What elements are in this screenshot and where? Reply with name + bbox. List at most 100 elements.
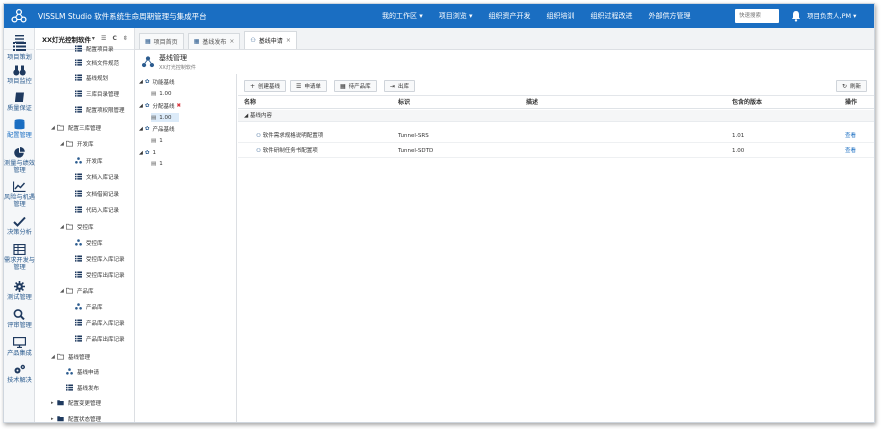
tree-node[interactable]: ◢ 产品库 — [60, 286, 94, 295]
expand-toggle-icon[interactable]: ◢ — [139, 126, 143, 132]
sidenav-item[interactable]: 评审管理 — [4, 309, 35, 329]
nav-org-training[interactable]: 组织培训 — [547, 11, 575, 21]
export-button[interactable]: ⇥ 出库 — [384, 80, 416, 92]
close-icon[interactable]: × — [286, 37, 291, 44]
sidenav-item[interactable]: 配置管理 — [4, 119, 35, 139]
tree-node[interactable]: 基线规划 — [69, 73, 108, 82]
sidenav-item[interactable]: 项目监控 — [4, 65, 35, 85]
tree-node[interactable]: 受控库 — [69, 238, 103, 247]
tree-node[interactable]: 基线申请 — [60, 367, 99, 376]
tree-node-label: 配置状态管理 — [68, 416, 102, 423]
tree-node[interactable]: 产品库入库记录 — [69, 318, 125, 327]
sidenav-item[interactable]: 风险与机遇管理 — [4, 181, 35, 208]
list-icon — [75, 74, 82, 81]
col-name[interactable]: 名称 — [244, 97, 256, 109]
apply-button[interactable]: ☰ 申请单 — [290, 80, 327, 92]
expand-toggle-icon[interactable]: ◢ — [139, 79, 143, 85]
tree-node[interactable]: 配置项目录 — [69, 44, 114, 53]
sidenav-item[interactable]: 产品集成 — [4, 336, 35, 357]
tree-node-label: 三库目录管理 — [86, 91, 120, 98]
page-subtitle: XX灯光控制软件 — [159, 65, 196, 71]
sidenav-item[interactable]: 测试管理 — [4, 281, 35, 301]
bell-icon[interactable] — [791, 10, 801, 22]
product-lib-button[interactable]: ▦ 待产品库 — [334, 80, 377, 92]
tab-baseline-release[interactable]: ▦ 基线发布 × — [187, 33, 241, 49]
tree-node[interactable]: ◢ 基线管理 — [51, 352, 90, 361]
view-link[interactable]: 查看 — [845, 129, 856, 143]
tree-node-label: 受控库 — [86, 240, 103, 247]
baseline-group[interactable]: ◢ ✿ 1 — [139, 148, 156, 157]
tree-node[interactable]: 基线发布 — [60, 383, 99, 392]
table-row[interactable]: ⚇ 软件研制任务书配置项 Tunnel-SDTD 1.00 查看 — [238, 144, 874, 158]
tree-node[interactable]: ▸ 配置变更管理 — [51, 398, 101, 407]
baseline-version[interactable]: ▤ 1 — [151, 159, 163, 168]
nav-my-workspace[interactable]: 我的工作区 ▾ — [382, 11, 423, 21]
folder-open-icon — [65, 140, 74, 147]
sidenav-item[interactable]: 决策分析 — [4, 216, 35, 236]
table-icon: ▦ — [145, 38, 151, 45]
col-action[interactable]: 操作 — [845, 97, 857, 109]
nav-project-browse[interactable]: 项目浏览 ▾ — [439, 11, 473, 21]
tree-tools[interactable]: ▾ ☰ C ⇳ — [92, 35, 130, 42]
tree-node[interactable]: 三库目录管理 — [69, 89, 119, 98]
user-menu[interactable]: 项目负责人,PM ▾ — [807, 4, 856, 28]
tree-node[interactable]: 受控库入库记录 — [69, 254, 125, 263]
baseline-version[interactable]: ▤ 1.00 — [151, 113, 179, 122]
baseline-label: 1 — [159, 160, 163, 167]
tree-node[interactable]: 开发库 — [69, 156, 103, 165]
tab-baseline-apply[interactable]: ⚇ 基线申请 × — [244, 31, 297, 49]
sidenav-item[interactable]: 技术解决 — [4, 364, 35, 384]
col-desc[interactable]: 描述 — [526, 97, 538, 109]
sidenav-item[interactable]: 需求开发与管理 — [4, 243, 35, 271]
expand-toggle-icon[interactable]: ◢ — [139, 103, 143, 109]
sidenav-item[interactable]: 测量与绩效管理 — [4, 147, 35, 174]
tree-node[interactable]: 文档借阅记录 — [69, 189, 119, 198]
tree-node[interactable]: ◢ 开发库 — [60, 139, 94, 148]
grid-header: 名称 标识 描述 包含的版本 操作 — [238, 97, 874, 109]
tree-node-label: 配置三库管理 — [68, 125, 102, 132]
tree-node[interactable]: 文档入库记录 — [69, 172, 119, 181]
expand-toggle-icon[interactable]: ◢ — [139, 150, 143, 156]
nav-org-process[interactable]: 组织过程改进 — [591, 11, 633, 21]
baseline-label: 1 — [152, 149, 156, 156]
folder-open-icon — [56, 353, 65, 360]
top-nav: 我的工作区 ▾ 项目浏览 ▾ 组织资产开发 组织培训 组织过程改进 外部供方管理 — [382, 4, 707, 28]
list-icon — [75, 206, 82, 213]
table-icon: ▦ — [340, 82, 346, 90]
baseline-group[interactable]: ◢ ✿ 产品基线 — [139, 124, 174, 133]
baseline-content: + 创建基线 ☰ 申请单 ▦ 待产品库 ⇥ 出库 ↻ 刷新 名称 标识 描述 包含的版本 … — [238, 74, 874, 422]
tree-node-label: 受控库 — [77, 224, 94, 231]
view-link[interactable]: 查看 — [845, 144, 856, 158]
quick-search-input[interactable] — [735, 9, 779, 23]
sidenav-item[interactable]: 质量保证 — [4, 92, 35, 112]
tree-node[interactable]: 文档文件规范 — [69, 58, 119, 67]
group-row[interactable]: ◢ 基线内容 — [238, 110, 874, 122]
baseline-version[interactable]: ▤ 1 — [151, 136, 163, 145]
nav-supplier[interactable]: 外部供方管理 — [649, 11, 691, 21]
line-chart-icon — [12, 181, 26, 193]
close-icon[interactable]: × — [229, 38, 234, 45]
create-baseline-button[interactable]: + 创建基线 — [244, 80, 287, 92]
tree-node[interactable]: 产品库 — [69, 302, 103, 311]
sidenav-label: 评审管理 — [7, 322, 32, 329]
tree-node[interactable]: 配置项权限管理 — [69, 105, 125, 114]
share-icon: ⚇ — [256, 148, 261, 154]
baseline-group[interactable]: ◢ ✿ 功能基线 — [139, 77, 174, 86]
nav-org-asset[interactable]: 组织资产开发 — [489, 11, 531, 21]
tree-node[interactable]: 产品库出库记录 — [69, 334, 125, 343]
baseline-group[interactable]: ◢ ✿ 分配基线 ✖ — [139, 101, 181, 110]
table-row[interactable]: ⚇ 软件需求规格说明配置项 Tunnel-SRS 1.01 查看 — [238, 129, 874, 143]
tree-node[interactable]: ◢ 配置三库管理 — [51, 123, 101, 132]
col-id[interactable]: 标识 — [398, 97, 410, 109]
tree-node[interactable]: ▸ 配置状态管理 — [51, 414, 101, 423]
refresh-button[interactable]: ↻ 刷新 — [836, 80, 868, 92]
tree-node[interactable]: ◢ 受控库 — [60, 222, 94, 231]
tab-project-home[interactable]: ▦ 项目首页 — [139, 33, 184, 49]
sidenav-item[interactable]: 项目策划 — [4, 41, 35, 61]
baseline-version[interactable]: ▤ 1.00 — [151, 89, 171, 98]
col-version[interactable]: 包含的版本 — [732, 97, 762, 109]
tree-node-label: 开发库 — [77, 141, 94, 148]
tree-node[interactable]: 受控库出库记录 — [69, 270, 125, 279]
tree-node[interactable]: 代码入库记录 — [69, 205, 119, 214]
tree-node-label: 产品库 — [77, 288, 94, 295]
